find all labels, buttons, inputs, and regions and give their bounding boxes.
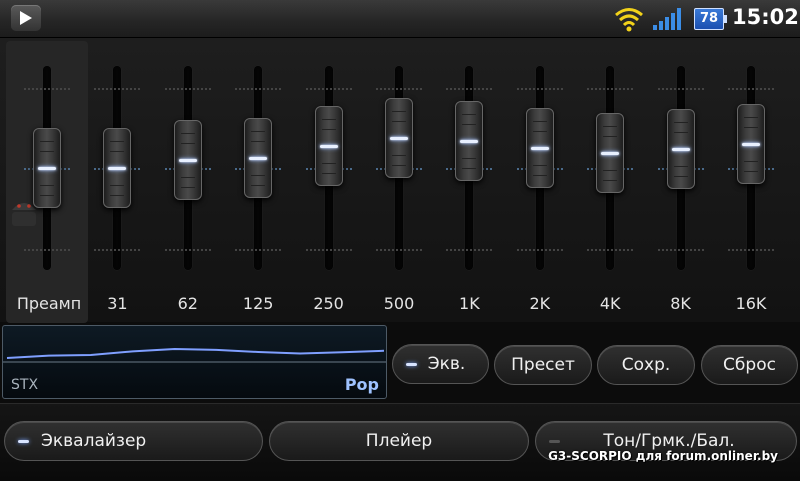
scale-dots (235, 249, 282, 251)
knob-indicator (38, 167, 56, 170)
knob-indicator (178, 159, 197, 162)
slider-knob[interactable] (103, 128, 132, 208)
battery-indicator: 78 (694, 8, 727, 30)
scale-dots (376, 249, 422, 251)
scale-dots (587, 249, 634, 251)
slider-knob[interactable] (33, 128, 61, 208)
scale-dots (24, 249, 70, 251)
band-label: 125 (242, 294, 274, 313)
scale-dots (516, 249, 563, 251)
scale-dots (235, 88, 282, 90)
scale-dots (657, 249, 704, 251)
band-label: 250 (313, 294, 344, 313)
band-label: Преамп (16, 294, 82, 313)
scale-dots (94, 88, 141, 90)
play-icon (20, 11, 32, 25)
scale-dots (516, 88, 563, 90)
band-label: 8K (670, 294, 691, 313)
knob-indicator (601, 152, 620, 155)
reset-button[interactable]: Сброс (701, 345, 798, 385)
knob-indicator (530, 147, 549, 150)
scale-dots (305, 88, 352, 90)
curve-left-label: STX (11, 377, 39, 393)
scale-dots (446, 88, 493, 90)
eq-curve-line (6, 347, 385, 359)
equalizer-panel: Преамп 31 62 125 250 500 1K 2K 4K 8K 16K (0, 38, 800, 323)
eq-toggle-label: Экв. (427, 354, 466, 374)
current-preset-name: Pop (344, 375, 379, 394)
scale-dots (657, 88, 704, 90)
band-slider[interactable]: 4K (575, 38, 645, 322)
eq-toggle-indicator (406, 363, 417, 366)
knob-indicator (671, 148, 690, 151)
tab-equalizer[interactable]: Эквалайзер (4, 421, 263, 461)
play-button[interactable] (11, 5, 41, 31)
band-slider[interactable]: 1K (434, 38, 504, 322)
clock: 15:02 (732, 5, 799, 29)
tab-player[interactable]: Плейер (269, 421, 529, 461)
tab-equalizer-label: Эквалайзер (41, 431, 147, 451)
band-slider[interactable]: 250 (294, 38, 364, 322)
band-slider[interactable]: 62 (153, 38, 223, 322)
eq-curve-graph (3, 347, 386, 363)
scale-dots (164, 249, 211, 251)
band-slider[interactable]: 8K (646, 38, 716, 322)
wifi-icon (615, 8, 643, 32)
tab-tone-indicator (549, 440, 560, 443)
band-label: 16K (735, 294, 767, 313)
slider-knob[interactable] (455, 101, 484, 181)
slider-knob[interactable] (385, 98, 413, 178)
scale-dots (587, 88, 634, 90)
slider-knob[interactable] (525, 108, 554, 188)
save-button[interactable]: Сохр. (597, 345, 695, 385)
eq-curve-preview[interactable]: STX Pop (2, 325, 387, 399)
slider-knob[interactable] (596, 113, 625, 193)
band-label: 2K (529, 294, 551, 313)
scale-dots (376, 88, 422, 90)
preamp-slider[interactable]: Преамп (12, 38, 82, 322)
preset-button[interactable]: Пресет (494, 345, 592, 385)
scale-dots (305, 249, 352, 251)
knob-indicator (390, 137, 408, 140)
band-slider[interactable]: 16K (716, 38, 786, 322)
band-slider[interactable]: 125 (223, 38, 293, 322)
scale-dots (94, 249, 141, 251)
band-slider[interactable]: 2K (505, 38, 575, 322)
knob-indicator (319, 145, 338, 148)
slider-knob[interactable] (244, 118, 273, 198)
band-label: 1K (459, 294, 480, 313)
eq-toggle-button[interactable]: Экв. (392, 344, 489, 384)
band-label: 31 (107, 294, 128, 313)
status-bar: 78 15:02 (0, 0, 800, 38)
slider-knob[interactable] (173, 120, 202, 200)
knob-indicator (108, 167, 127, 170)
slider-knob[interactable] (737, 104, 765, 184)
band-slider[interactable]: 31 (82, 38, 152, 322)
knob-indicator (742, 143, 760, 146)
tab-tone-label: Тон/Грмк./Бал. (603, 431, 735, 451)
watermark: G3-SCORPIO для forum.onliner.by (548, 449, 778, 463)
knob-indicator (249, 157, 268, 160)
band-label: 4K (599, 294, 621, 313)
band-label: 500 (383, 294, 415, 313)
scale-dots (728, 249, 774, 251)
scale-dots (446, 249, 493, 251)
scale-dots (24, 88, 70, 90)
tab-equalizer-indicator (18, 440, 29, 443)
band-slider[interactable]: 500 (364, 38, 434, 322)
scale-dots (164, 88, 211, 90)
signal-strength-icon (653, 8, 681, 30)
slider-knob[interactable] (314, 106, 343, 186)
band-label: 62 (177, 294, 198, 313)
scale-dots (728, 88, 774, 90)
slider-knob[interactable] (666, 109, 695, 189)
knob-indicator (460, 140, 479, 143)
